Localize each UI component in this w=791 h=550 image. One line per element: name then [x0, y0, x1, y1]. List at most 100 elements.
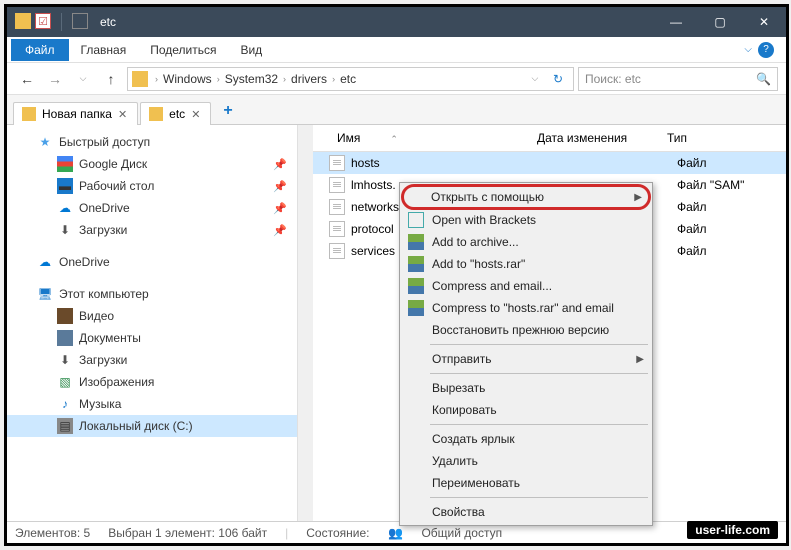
help-button[interactable]: ?: [758, 42, 774, 58]
sidebar-item-videos[interactable]: Видео: [7, 305, 297, 327]
window-title: etc: [96, 15, 654, 29]
folder-tab[interactable]: Новая папка ✕: [13, 102, 138, 125]
file-row[interactable]: hostsФайл: [313, 152, 786, 174]
ribbon-tab-share[interactable]: Поделиться: [138, 39, 228, 61]
sidebar-item-documents[interactable]: Документы: [7, 327, 297, 349]
ribbon-tab-home[interactable]: Главная: [69, 39, 139, 61]
forward-button[interactable]: →: [43, 67, 67, 91]
folder-icon: [132, 71, 148, 87]
folder-icon: [22, 107, 36, 121]
status-state-label: Состояние:: [306, 526, 369, 540]
separator: [430, 344, 648, 345]
desktop-icon: ▬: [57, 178, 73, 194]
ctx-send-to[interactable]: Отправить▶: [402, 348, 650, 370]
minimize-button[interactable]: —: [654, 7, 698, 37]
sidebar-item-local-disk[interactable]: ▤ Локальный диск (C:): [7, 415, 297, 437]
path-segment[interactable]: Windows: [161, 72, 214, 86]
sidebar-label: Изображения: [79, 375, 154, 389]
address-bar[interactable]: › Windows › System32 › drivers › etc ⌵ ↻: [127, 67, 574, 91]
ribbon-tab-view[interactable]: Вид: [228, 39, 274, 61]
ctx-add-archive[interactable]: Add to archive...: [402, 231, 650, 253]
context-menu: Открыть с помощью▶ Open with Brackets Ad…: [399, 182, 653, 526]
ctx-add-hosts-rar[interactable]: Add to "hosts.rar": [402, 253, 650, 275]
ctx-compress-email[interactable]: Compress and email...: [402, 275, 650, 297]
sidebar-item-desktop[interactable]: ▬Рабочий стол📌: [7, 175, 297, 197]
ctx-open-brackets[interactable]: Open with Brackets: [402, 209, 650, 231]
file-icon: [329, 199, 345, 215]
sidebar-item-downloads[interactable]: ⬇Загрузки: [7, 349, 297, 371]
ribbon-tabs: Файл Главная Поделиться Вид ⌵ ?: [7, 37, 786, 63]
chevron-right-icon[interactable]: ›: [214, 74, 223, 84]
ctx-create-shortcut[interactable]: Создать ярлык: [402, 428, 650, 450]
titlebar: ☑ etc — ▢ ✕: [7, 7, 786, 37]
sidebar-item-pictures[interactable]: ▧Изображения: [7, 371, 297, 393]
chevron-right-icon: ▶: [636, 354, 644, 365]
maximize-button[interactable]: ▢: [698, 7, 742, 37]
path-segment[interactable]: etc: [338, 72, 358, 86]
pin-icon: 📌: [273, 180, 287, 193]
explorer-window: ☑ etc — ▢ ✕ Файл Главная Поделиться Вид …: [4, 4, 789, 546]
qat-icon[interactable]: ☑: [35, 13, 51, 29]
ctx-compress-hosts-email[interactable]: Compress to "hosts.rar" and email: [402, 297, 650, 319]
search-box[interactable]: Поиск: etc 🔍: [578, 67, 778, 91]
sidebar-label: Видео: [79, 309, 114, 323]
path-segment[interactable]: drivers: [289, 72, 329, 86]
ctx-open-with[interactable]: Открыть с помощью▶: [401, 184, 651, 210]
column-header-type[interactable]: Тип: [667, 131, 786, 145]
add-tab-button[interactable]: +: [213, 98, 242, 124]
folder-tab-active[interactable]: etc ✕: [140, 102, 211, 125]
recent-dropdown[interactable]: ⌵: [71, 67, 95, 91]
refresh-button[interactable]: ↻: [547, 72, 569, 86]
sidebar-label: OneDrive: [59, 255, 110, 269]
sort-indicator-icon: ⌃: [390, 134, 398, 144]
column-header-date[interactable]: Дата изменения: [537, 131, 667, 145]
sidebar-item-music[interactable]: ♪Музыка: [7, 393, 297, 415]
sidebar-this-pc[interactable]: 🖥Этот компьютер: [7, 283, 297, 305]
sidebar-scrollbar[interactable]: [297, 125, 313, 521]
sidebar-label: Этот компьютер: [59, 287, 149, 301]
ctx-copy[interactable]: Копировать: [402, 399, 650, 421]
close-tab-icon[interactable]: ✕: [191, 108, 200, 121]
sidebar-label: OneDrive: [79, 201, 130, 215]
close-button[interactable]: ✕: [742, 7, 786, 37]
sidebar-item-onedrive[interactable]: ☁OneDrive📌: [7, 197, 297, 219]
ctx-cut[interactable]: Вырезать: [402, 377, 650, 399]
separator: [430, 424, 648, 425]
up-button[interactable]: ↑: [99, 67, 123, 91]
sidebar-onedrive[interactable]: ☁OneDrive: [7, 251, 297, 273]
sidebar-label: Музыка: [79, 397, 121, 411]
address-dropdown[interactable]: ⌵: [523, 67, 547, 91]
navigation-bar: ← → ⌵ ↑ › Windows › System32 › drivers ›…: [7, 63, 786, 95]
close-tab-icon[interactable]: ✕: [118, 108, 127, 121]
share-icon: 👥: [387, 525, 403, 541]
status-selection: Выбран 1 элемент: 106 байт: [108, 526, 267, 540]
file-icon: [329, 155, 345, 171]
back-button[interactable]: ←: [15, 67, 39, 91]
ctx-restore-prev[interactable]: Восстановить прежнюю версию: [402, 319, 650, 341]
file-menu[interactable]: Файл: [11, 39, 69, 61]
ctx-delete[interactable]: Удалить: [402, 450, 650, 472]
ctx-rename[interactable]: Переименовать: [402, 472, 650, 494]
search-placeholder: Поиск: etc: [585, 72, 641, 86]
disk-icon: ▤: [57, 418, 73, 434]
sidebar-item-downloads[interactable]: ⬇Загрузки📌: [7, 219, 297, 241]
chevron-right-icon[interactable]: ›: [280, 74, 289, 84]
sidebar-label: Загрузки: [79, 223, 127, 237]
google-drive-icon: [57, 156, 73, 172]
file-type: Файл: [677, 200, 707, 214]
sidebar-quick-access[interactable]: ★ Быстрый доступ: [7, 131, 297, 153]
status-shared: Общий доступ: [421, 526, 502, 540]
file-icon: [329, 177, 345, 193]
column-header-name[interactable]: Имя⌃: [317, 131, 537, 145]
expand-ribbon-icon[interactable]: ⌵: [744, 44, 752, 55]
status-bar: Элементов: 5 Выбран 1 элемент: 106 байт …: [7, 521, 786, 543]
sidebar-label: Локальный диск (C:): [79, 419, 193, 433]
video-icon: [57, 308, 73, 324]
ctx-properties[interactable]: Свойства: [402, 501, 650, 523]
sidebar-item-google-drive[interactable]: Google Диск📌: [7, 153, 297, 175]
chevron-right-icon[interactable]: ›: [329, 74, 338, 84]
chevron-right-icon[interactable]: ›: [152, 74, 161, 84]
chevron-right-icon: ▶: [634, 192, 642, 203]
star-icon: ★: [37, 134, 53, 150]
path-segment[interactable]: System32: [223, 72, 280, 86]
